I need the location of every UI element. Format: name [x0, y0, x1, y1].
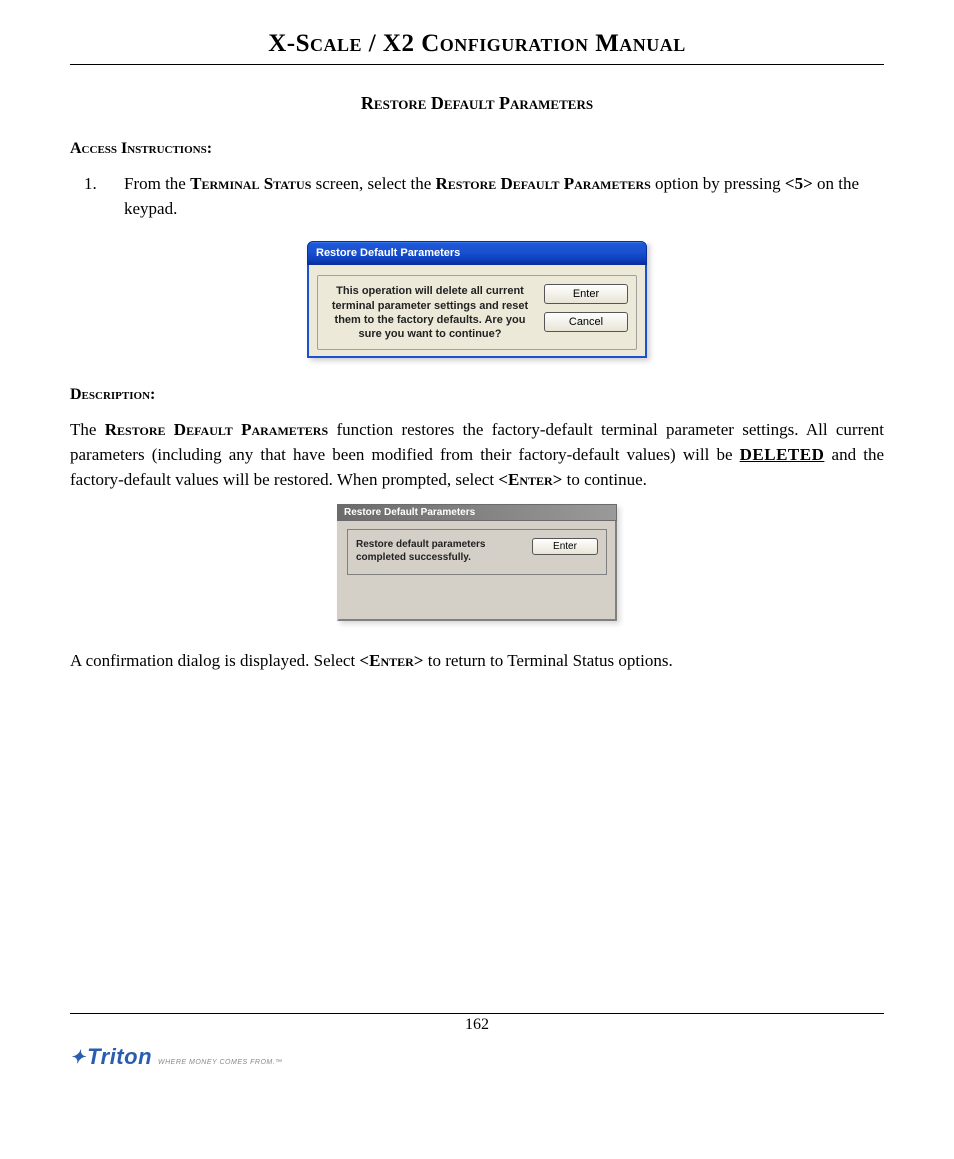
- dialog1-body: This operation will delete all current t…: [307, 265, 647, 358]
- triton-logo-icon: ✦: [70, 1047, 85, 1068]
- dialog2-message: Restore default parameters completed suc…: [356, 538, 520, 564]
- dialog-restore-success: Restore Default Parameters Restore defau…: [337, 504, 617, 621]
- dialog2-enter-button[interactable]: Enter: [532, 538, 598, 555]
- dialog2-body: Restore default parameters completed suc…: [337, 521, 617, 621]
- desc-post2: to continue.: [562, 470, 647, 489]
- desc-term-restore: Restore Default Parameters: [105, 420, 328, 439]
- dialog1-message: This operation will delete all current t…: [326, 284, 534, 341]
- dialog1-titlebar: Restore Default Parameters: [307, 241, 647, 265]
- triton-logo-text: Triton: [87, 1044, 152, 1070]
- description-para-1: The Restore Default Parameters function …: [70, 418, 884, 492]
- desc-deleted: DE­LETED: [740, 445, 825, 464]
- dialog1-enter-button[interactable]: Enter: [544, 284, 628, 304]
- step-term-restore-default: Restore Default Parameters: [436, 174, 651, 193]
- dialog-restore-confirm: Restore Default Parameters This operatio…: [307, 241, 647, 358]
- page-footer: 162 ✦ Triton WHERE MONEY COMES FROM.™: [70, 1005, 884, 1070]
- confirmation-para: A confirmation dialog is displayed. Sele…: [70, 649, 884, 674]
- dialog1-inner: This operation will delete all current t…: [317, 275, 637, 350]
- dialog1-cancel-button[interactable]: Cancel: [544, 312, 628, 332]
- step-text: From the Terminal Status screen, select …: [124, 172, 884, 221]
- dialog2-titlebar: Restore Default Parameters: [337, 504, 617, 521]
- step-number: 1.: [70, 172, 124, 221]
- desc-key-enter: <Enter>: [498, 470, 562, 489]
- desc-pre: The: [70, 420, 105, 439]
- page-header-title: X-Scale / X2 Configuration Manual: [70, 30, 884, 58]
- header-rule: [70, 64, 884, 65]
- step-term-terminal-status: Terminal Status: [190, 174, 311, 193]
- step-mid: screen, select the: [311, 174, 435, 193]
- footer-logo: ✦ Triton WHERE MONEY COMES FROM.™: [70, 1044, 884, 1070]
- confirm-pre: A confirmation dialog is displayed. Sele…: [70, 651, 359, 670]
- step-post1: option by pressing: [651, 174, 785, 193]
- triton-logo-tagline: WHERE MONEY COMES FROM.™: [158, 1059, 283, 1066]
- page-number: 162: [70, 1016, 884, 1034]
- access-step-1: 1. From the Terminal Status screen, sele…: [70, 172, 884, 221]
- dialog2-inner: Restore default parameters completed suc…: [347, 529, 607, 575]
- description-heading: Description:: [70, 386, 884, 404]
- confirm-key-enter: <Enter>: [359, 651, 423, 670]
- footer-rule: [70, 1013, 884, 1014]
- step-key-5: <5>: [785, 174, 813, 193]
- step-pre: From the: [124, 174, 190, 193]
- confirm-post: to return to Terminal Status options.: [423, 651, 672, 670]
- access-heading: Access Instructions:: [70, 140, 884, 158]
- section-title: Restore Default Parameters: [70, 93, 884, 114]
